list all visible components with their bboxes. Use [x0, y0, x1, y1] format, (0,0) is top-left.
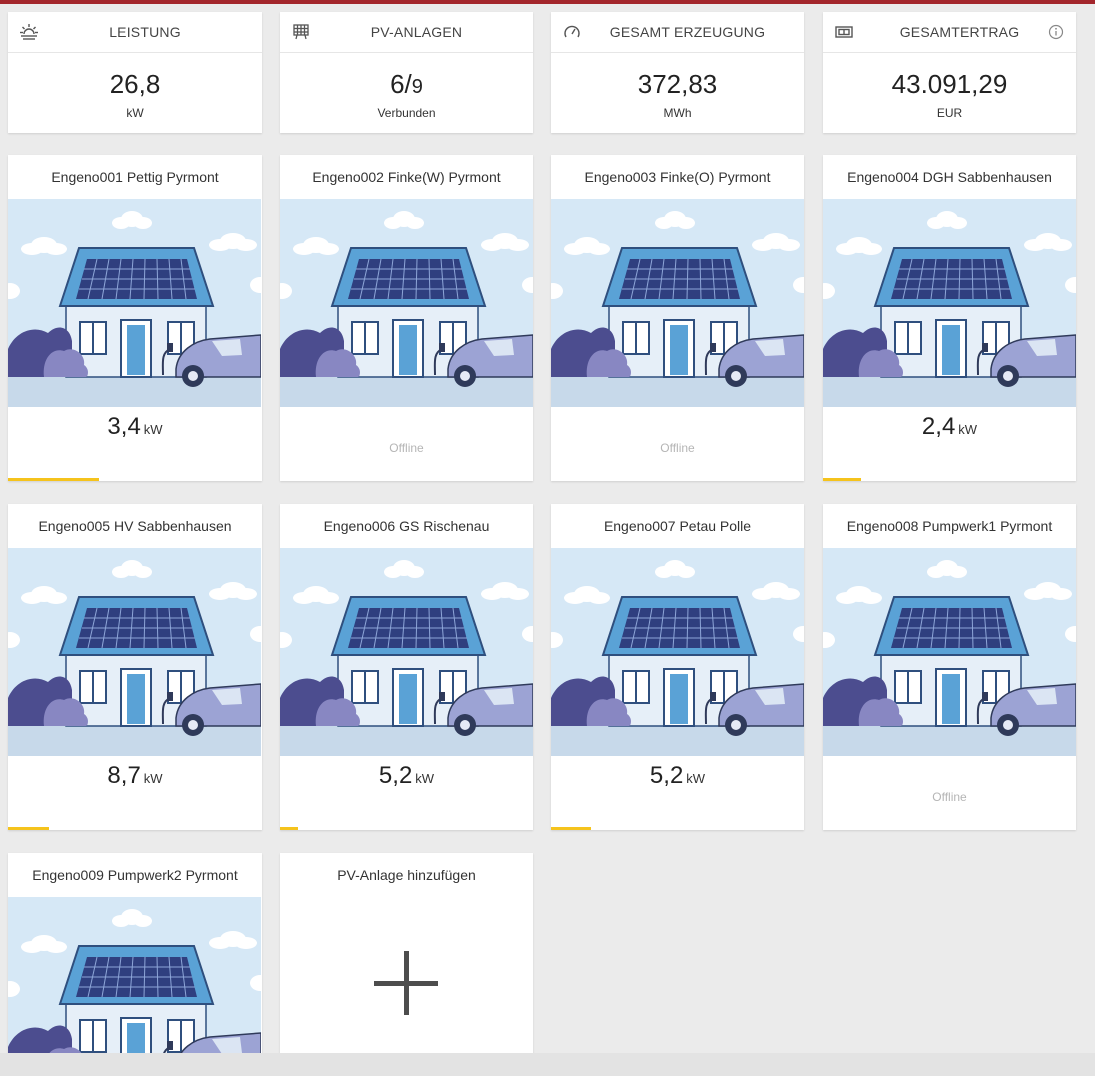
plant-card[interactable]: Engeno003 Finke(O) Pyrmont Offline: [551, 155, 804, 481]
house-illustration: [280, 548, 533, 756]
house-illustration: [823, 548, 1076, 756]
plant-power-unit: kW: [958, 422, 978, 437]
stat-card-header: LEISTUNG: [8, 12, 262, 53]
plant-progress-bar: [823, 478, 861, 481]
solar-panel-icon: [293, 24, 309, 40]
plant-power-value: 5,2: [378, 762, 413, 789]
plant-card[interactable]: Engeno009 Pumpwerk2 Pyrmont: [8, 853, 262, 1076]
stat-card-gesamtertrag: GESAMTERTRAG 43.091,29 EUR: [823, 12, 1076, 133]
stat-card-gesamt-erzeugung: GESAMT ERZEUGUNG 372,83 MWh: [551, 12, 804, 133]
plant-card[interactable]: Engeno004 DGH Sabbenhausen 2,4 kW: [823, 155, 1076, 481]
plant-status: Offline: [389, 441, 424, 455]
plant-status: Offline: [932, 790, 967, 804]
plant-power-value: 2,4: [921, 413, 956, 440]
plant-progress-bar: [551, 827, 592, 830]
plant-power-unit: kW: [143, 422, 163, 437]
plant-power-unit: kW: [686, 771, 706, 786]
plant-name: Engeno009 Pumpwerk2 Pyrmont: [32, 867, 238, 883]
house-illustration: [8, 548, 261, 756]
plant-name: Engeno006 GS Rischenau: [323, 518, 490, 534]
plant-power-unit: kW: [143, 771, 163, 786]
stat-value: 43.091,29: [891, 69, 1008, 99]
plant-power: 2,4 kW: [823, 413, 1076, 441]
plant-power: [551, 413, 804, 441]
plant-status: Offline: [660, 441, 695, 455]
plant-power: [280, 413, 533, 441]
plant-power-value: 8,7: [107, 762, 141, 789]
plant-power-value: 5,2: [649, 762, 684, 789]
stat-title: PV-ANLAGEN: [370, 24, 463, 40]
plant-power: 5,2 kW: [280, 762, 533, 790]
stat-card-pv-anlagen: PV-ANLAGEN 6/9 Verbunden: [280, 12, 533, 133]
plant-power-value: 3,4: [107, 413, 141, 440]
stat-title: GESAMT ERZEUGUNG: [609, 24, 766, 40]
plant-card[interactable]: Engeno007 Petau Polle 5,2 kW: [551, 504, 804, 830]
plant-name: Engeno002 Finke(W) Pyrmont: [312, 169, 501, 185]
plant-progress-bar: [8, 478, 100, 481]
plant-card[interactable]: Engeno006 GS Rischenau 5,2 kW: [280, 504, 533, 830]
sun-icon: [20, 24, 38, 40]
plant-name: Engeno003 Finke(O) Pyrmont: [584, 169, 771, 185]
plant-card[interactable]: Engeno008 Pumpwerk1 Pyrmont Offline: [823, 504, 1076, 830]
house-illustration: [551, 548, 804, 756]
stat-title: LEISTUNG: [109, 24, 181, 40]
stat-value: 26,8: [109, 69, 161, 99]
house-illustration: [551, 199, 804, 407]
add-plant-card[interactable]: PV-Anlage hinzufügen: [280, 853, 533, 1076]
stat-card-header: GESAMT ERZEUGUNG: [551, 12, 804, 53]
stat-value: 6/9: [280, 69, 533, 100]
stat-unit: kW: [126, 106, 144, 120]
stat-card-leistung: LEISTUNG 26,8 kW: [8, 12, 262, 133]
gauge-icon: [564, 25, 580, 38]
info-icon[interactable]: [1048, 24, 1064, 40]
top-accent-line: [0, 0, 1095, 4]
plant-power-unit: kW: [415, 771, 435, 786]
stat-value: 372,83: [637, 69, 718, 99]
stat-unit: MWh: [663, 106, 692, 120]
house-illustration: [8, 199, 261, 407]
plant-name: Engeno005 HV Sabbenhausen: [38, 518, 232, 534]
stat-card-header: GESAMTERTRAG: [823, 12, 1076, 53]
stat-unit: EUR: [936, 106, 963, 120]
add-plant-label: PV-Anlage hinzufügen: [337, 867, 476, 883]
plant-name: Engeno007 Petau Polle: [603, 518, 752, 534]
stat-value-connected: 6/: [390, 69, 412, 99]
plant-name: Engeno008 Pumpwerk1 Pyrmont: [846, 518, 1053, 534]
house-illustration: [280, 199, 533, 407]
plant-power: 5,2 kW: [551, 762, 804, 790]
plant-card[interactable]: Engeno001 Pettig Pyrmont 3,4 kW: [8, 155, 262, 481]
stat-card-header: PV-ANLAGEN: [280, 12, 533, 53]
stat-title: GESAMTERTRAG: [899, 24, 1020, 40]
house-illustration: [8, 897, 261, 1076]
plant-power: 8,7 kW: [8, 762, 262, 790]
bottom-scroll-area: [0, 1053, 1095, 1076]
plant-card[interactable]: Engeno005 HV Sabbenhausen 8,7 kW: [8, 504, 262, 830]
plant-name: Engeno004 DGH Sabbenhausen: [847, 169, 1052, 185]
plant-power: [823, 762, 1076, 790]
money-icon: [835, 26, 853, 38]
plant-progress-bar: [8, 827, 49, 830]
plant-progress-bar: [280, 827, 298, 830]
plant-power: 3,4 kW: [8, 413, 262, 441]
house-illustration: [823, 199, 1076, 407]
stat-unit: Verbunden: [377, 106, 436, 120]
plant-name: Engeno001 Pettig Pyrmont: [51, 169, 219, 185]
stat-value-total: 9: [411, 76, 423, 98]
plus-icon[interactable]: [374, 951, 438, 1015]
plant-card[interactable]: Engeno002 Finke(W) Pyrmont Offline: [280, 155, 533, 481]
